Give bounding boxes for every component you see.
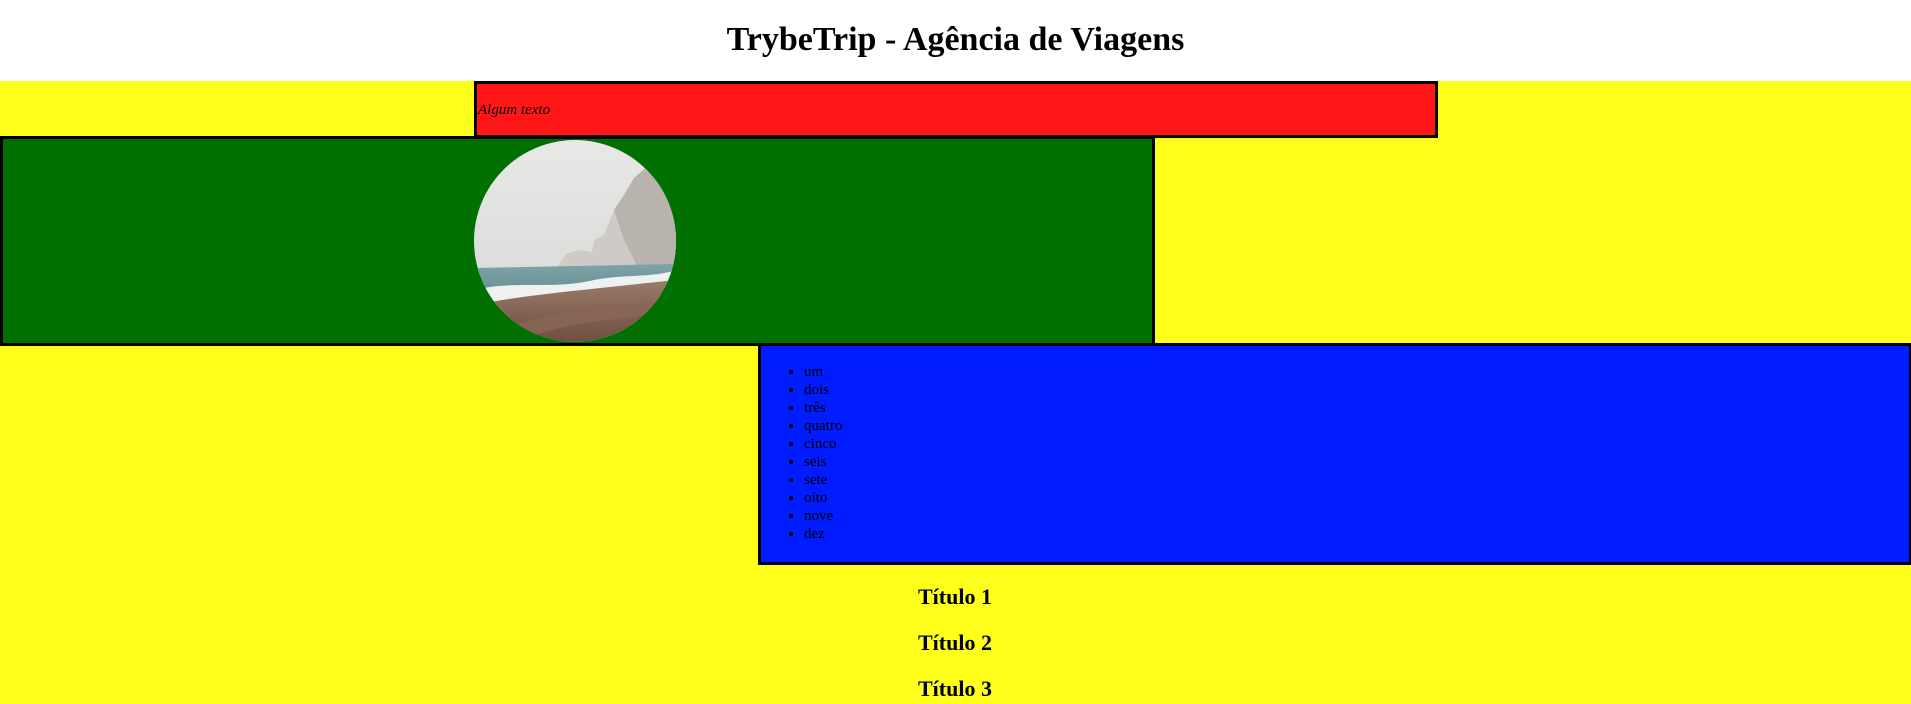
list-item: dois [804,381,842,399]
list-item: dez [804,525,842,543]
number-list: um dois três quatro cinco seis sete oito… [804,363,842,543]
list-item: oito [804,489,842,507]
section-title-1: Título 1 [918,584,992,609]
list-item: um [804,363,842,381]
red-text-box: Algum texto [474,81,1438,138]
blue-list-box: um dois três quatro cinco seis sete oito… [758,343,1911,565]
list-item: sete [804,471,842,489]
section-title-2: Título 2 [918,630,992,655]
list-item: três [804,399,842,417]
page-title: TrybeTrip - Agência de Viagens [726,21,1185,58]
list-item: quatro [804,417,842,435]
section-title-3: Título 3 [918,676,992,701]
red-box-text: Algum texto [478,102,551,118]
list-item: seis [804,453,842,471]
list-item: cinco [804,435,842,453]
beach-cliff-photo [474,140,676,342]
list-item: nove [804,507,842,525]
